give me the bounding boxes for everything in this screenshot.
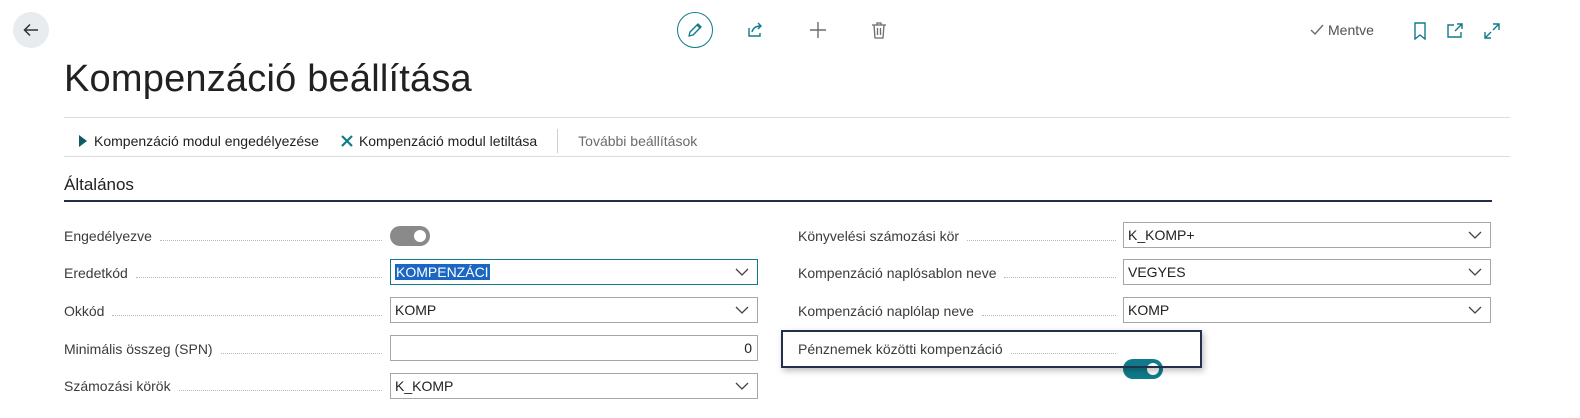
toggle-knob: [414, 230, 426, 242]
back-button[interactable]: [13, 12, 49, 48]
posting-nos-value: K_KOMP+: [1128, 227, 1195, 243]
action-separator: [557, 129, 559, 153]
plus-icon: [810, 22, 826, 38]
min-amount-label: Minimális összeg (SPN): [64, 341, 213, 357]
action-bar: Kompenzáció modul engedélyezése Kompenzá…: [78, 129, 697, 153]
number-series-value: K_KOMP: [395, 378, 454, 394]
number-series-label-row: Számozási körök: [64, 376, 390, 396]
share-button[interactable]: [743, 18, 767, 42]
share-icon: [748, 22, 762, 37]
source-code-label: Eredetkód: [64, 265, 128, 281]
divider: [64, 156, 1510, 157]
chevron-down-icon[interactable]: [735, 379, 749, 393]
journal-template-value: VEGYES: [1128, 264, 1186, 280]
source-code-field[interactable]: KOMPENZÁCI: [390, 259, 758, 285]
chevron-down-icon[interactable]: [1468, 228, 1482, 242]
new-button[interactable]: [806, 18, 830, 42]
posting-nos-label: Könyvelési számozási kör: [798, 228, 960, 244]
play-icon: [79, 135, 87, 147]
min-amount-value: 0: [744, 340, 752, 356]
enable-module-label: Kompenzáció modul engedélyezése: [94, 133, 319, 149]
saved-label: Mentve: [1328, 22, 1374, 38]
journal-batch-value: KOMP: [1128, 302, 1170, 318]
journal-template-field[interactable]: VEGYES: [1123, 259, 1491, 285]
arrow-left-icon: [23, 23, 38, 37]
enabled-label-row: Engedélyezve: [64, 226, 390, 246]
posting-nos-label-row: Könyvelési számozási kör: [798, 226, 1124, 246]
page-title: Kompenzáció beállítása: [64, 58, 472, 100]
reason-code-field[interactable]: KOMP: [390, 297, 758, 323]
disable-module-label: Kompenzáció modul letiltása: [358, 133, 538, 149]
posting-nos-field[interactable]: K_KOMP+: [1123, 222, 1491, 248]
source-code-value: KOMPENZÁCI: [395, 264, 490, 280]
more-settings-action[interactable]: További beállítások: [578, 133, 697, 149]
leader-dots: [178, 389, 382, 391]
highlight-frame: [781, 330, 1202, 368]
chevron-down-icon[interactable]: [1468, 303, 1482, 317]
number-series-field[interactable]: K_KOMP: [390, 373, 758, 399]
trash-icon: [872, 22, 886, 39]
enable-module-action[interactable]: Kompenzáció modul engedélyezése: [78, 133, 319, 149]
reason-code-label-row: Okkód: [64, 301, 390, 321]
source-code-label-row: Eredetkód: [64, 263, 390, 283]
reason-code-label: Okkód: [64, 303, 105, 319]
pencil-icon: [688, 23, 702, 37]
leader-dots: [1004, 276, 1116, 278]
bookmark-icon: [1414, 22, 1426, 40]
chevron-down-icon[interactable]: [735, 303, 749, 317]
enabled-label: Engedélyezve: [64, 228, 152, 244]
journal-batch-field[interactable]: KOMP: [1123, 297, 1491, 323]
expand-button[interactable]: [1480, 19, 1504, 43]
expand-icon: [1484, 23, 1500, 39]
section-underline: [64, 200, 1492, 202]
bookmark-button[interactable]: [1408, 19, 1432, 43]
enabled-toggle[interactable]: [390, 226, 430, 246]
chevron-down-icon[interactable]: [735, 265, 749, 279]
check-icon: [1310, 24, 1324, 36]
journal-batch-label-row: Kompenzáció naplólap neve: [798, 301, 1124, 321]
open-in-new-icon: [1447, 23, 1463, 38]
journal-batch-label: Kompenzáció naplólap neve: [798, 303, 974, 319]
close-icon: [341, 135, 353, 147]
number-series-label: Számozási körök: [64, 378, 171, 394]
saved-status: Mentve: [1309, 22, 1374, 38]
open-new-window-button[interactable]: [1443, 19, 1467, 43]
journal-template-label-row: Kompenzáció naplósablon neve: [798, 263, 1124, 283]
min-amount-label-row: Minimális összeg (SPN): [64, 339, 390, 359]
edit-button[interactable]: [677, 12, 713, 48]
journal-template-label: Kompenzáció naplósablon neve: [798, 265, 997, 281]
reason-code-value: KOMP: [395, 302, 437, 318]
divider: [64, 117, 1510, 118]
leader-dots: [135, 276, 382, 278]
disable-module-action[interactable]: Kompenzáció modul letiltása: [341, 133, 537, 149]
leader-dots: [159, 239, 382, 241]
leader-dots: [112, 314, 382, 316]
leader-dots: [981, 314, 1116, 316]
leader-dots: [220, 352, 382, 354]
min-amount-field[interactable]: 0: [390, 335, 758, 361]
chevron-down-icon[interactable]: [1468, 265, 1482, 279]
leader-dots: [967, 239, 1116, 241]
section-title[interactable]: Általános: [64, 175, 134, 195]
delete-button[interactable]: [867, 18, 891, 42]
